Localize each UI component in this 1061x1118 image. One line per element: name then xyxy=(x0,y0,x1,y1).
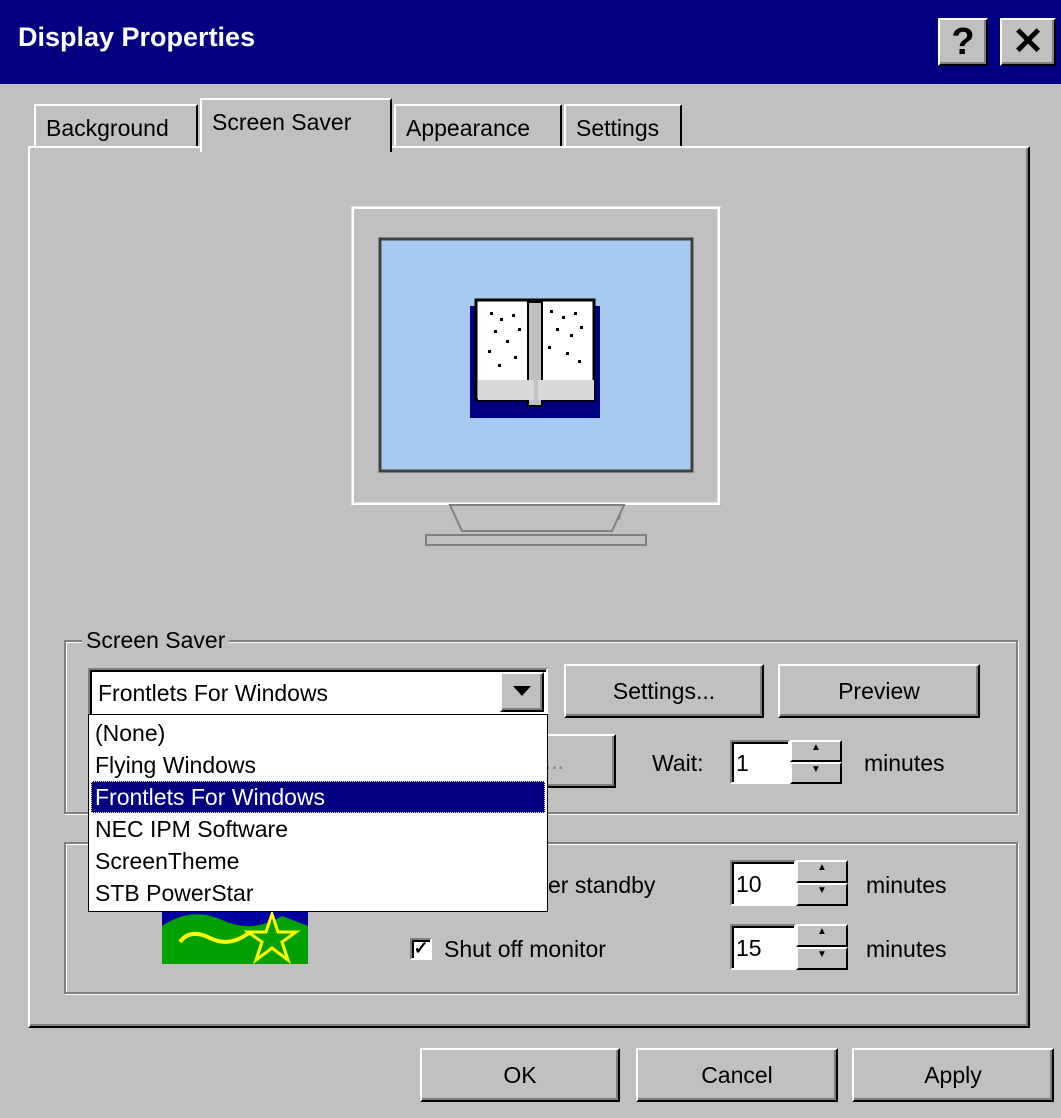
spin-down-icon[interactable]: ▼ xyxy=(796,947,848,970)
shutoff-input[interactable]: 15 xyxy=(730,924,796,970)
tab-settings[interactable]: Settings xyxy=(564,104,682,148)
tab-screen-saver[interactable]: Screen Saver xyxy=(200,98,392,152)
screen-saver-group-label: Screen Saver xyxy=(82,627,230,654)
close-button[interactable]: ✕ xyxy=(1000,18,1056,66)
tab-appearance[interactable]: Appearance xyxy=(394,104,562,148)
shutoff-value: 15 xyxy=(736,935,762,961)
preview-button[interactable]: Preview xyxy=(778,664,980,718)
book-icon xyxy=(470,298,600,418)
ok-button[interactable]: OK xyxy=(420,1048,620,1102)
list-item-stb-powerstar[interactable]: STB PowerStar xyxy=(91,877,545,909)
wait-input[interactable]: 1 xyxy=(730,740,790,784)
help-button[interactable]: ? xyxy=(938,18,988,66)
shutoff-unit: minutes xyxy=(866,936,947,962)
spin-down-icon[interactable]: ▼ xyxy=(796,883,848,906)
settings-button[interactable]: Settings... xyxy=(564,664,764,718)
spin-down-icon[interactable]: ▼ xyxy=(790,762,842,784)
apply-button[interactable]: Apply xyxy=(852,1048,1054,1102)
standby-value: 10 xyxy=(736,871,762,897)
screen-saver-dropdown-list[interactable]: (None) Flying Windows Frontlets For Wind… xyxy=(88,714,548,912)
shutoff-checkbox[interactable]: ✓ xyxy=(410,938,432,960)
list-item-none[interactable]: (None) xyxy=(91,717,545,749)
spin-up-icon[interactable]: ▲ xyxy=(796,860,848,883)
chevron-down-icon xyxy=(513,686,531,696)
shutoff-label: Shut off monitor xyxy=(444,936,606,962)
list-item-flying-windows[interactable]: Flying Windows xyxy=(91,749,545,781)
spin-up-icon[interactable]: ▲ xyxy=(790,740,842,762)
wait-label: Wait: xyxy=(652,750,704,776)
wait-spinner[interactable]: ▲ ▼ xyxy=(790,740,842,784)
wait-value: 1 xyxy=(736,750,749,776)
screen-saver-select[interactable]: Frontlets For Windows xyxy=(88,668,548,716)
monitor-preview xyxy=(351,206,721,546)
list-item-nec-ipm[interactable]: NEC IPM Software xyxy=(91,813,545,845)
standby-spinner[interactable]: ▲ ▼ xyxy=(796,860,848,906)
shutoff-spinner[interactable]: ▲ ▼ xyxy=(796,924,848,970)
window-title: Display Properties xyxy=(18,22,256,52)
dropdown-arrow-button[interactable] xyxy=(500,672,544,712)
list-item-frontlets[interactable]: Frontlets For Windows xyxy=(91,781,545,813)
list-item-screentheme[interactable]: ScreenTheme xyxy=(91,845,545,877)
standby-unit: minutes xyxy=(866,872,947,898)
energy-star-logo xyxy=(162,906,308,964)
standby-label: er standby xyxy=(548,872,656,898)
standby-input[interactable]: 10 xyxy=(730,860,796,906)
wait-unit: minutes xyxy=(864,750,945,776)
tab-background[interactable]: Background xyxy=(34,104,198,148)
spin-up-icon[interactable]: ▲ xyxy=(796,924,848,947)
screen-saver-select-value: Frontlets For Windows xyxy=(98,680,329,706)
cancel-button[interactable]: Cancel xyxy=(636,1048,838,1102)
